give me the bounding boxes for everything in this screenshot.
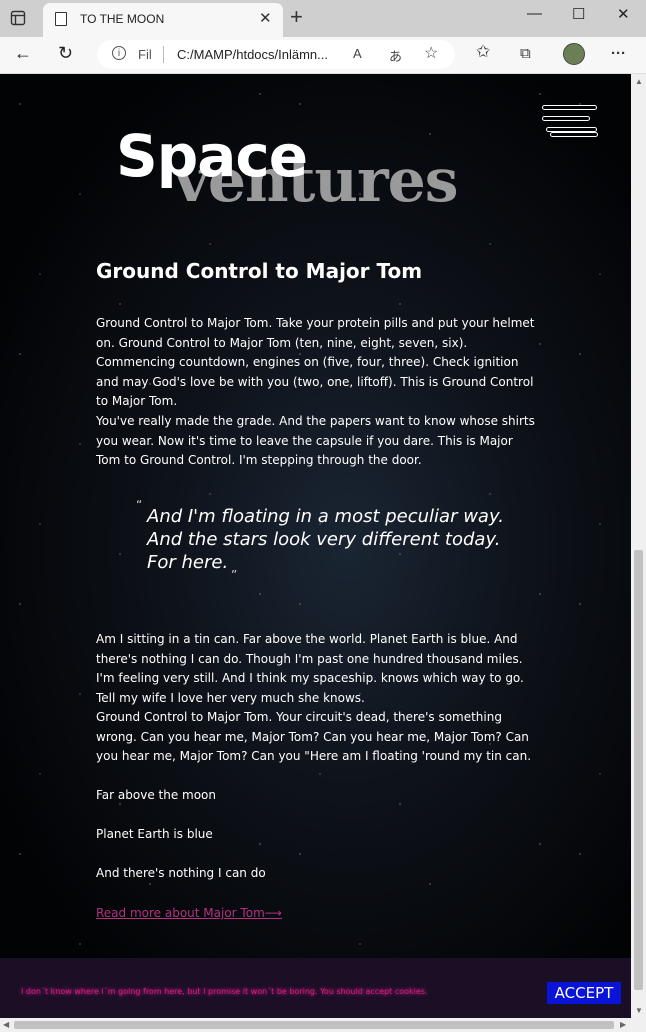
scrollbar-corner	[631, 1018, 646, 1032]
minimize-button[interactable]: —	[527, 5, 542, 22]
accept-button[interactable]: ACCEPT	[547, 982, 621, 1004]
quote-line: And the stars look very different today.	[147, 529, 501, 550]
scroll-left-icon[interactable]: ◀	[3, 1020, 9, 1029]
url-text[interactable]: C:/MAMP/htdocs/Inlämn...	[177, 47, 328, 62]
add-favorite-icon[interactable]: ☆	[424, 43, 438, 63]
horizontal-scrollbar[interactable]: ◀ ▶	[0, 1018, 631, 1032]
paragraph-1: Ground Control to Major Tom. Take your p…	[96, 316, 535, 409]
browser-tab[interactable]: TO THE MOON ✕	[43, 3, 283, 37]
scroll-right-icon[interactable]: ▶	[620, 1020, 626, 1029]
read-aloud-icon[interactable]: A	[353, 46, 362, 61]
cookie-banner: I don´t know where I´m going from here, …	[0, 958, 631, 1018]
read-more-link[interactable]: Read more about Major Tom⟶	[96, 906, 282, 920]
address-bar[interactable]: i Fil C:/MAMP/htdocs/Inlämn... A あ ☆	[97, 40, 455, 69]
collections-icon[interactable]: ⧉	[520, 45, 531, 62]
paragraph-2: You've really made the grade. And the pa…	[96, 414, 535, 468]
scroll-up-icon[interactable]: ▲	[635, 77, 643, 86]
menu-icon[interactable]: ···	[611, 45, 626, 62]
quote-line: And I'm floating in a most peculiar way.	[147, 506, 504, 527]
back-icon[interactable]: ←	[14, 43, 32, 64]
tab-title: TO THE MOON	[80, 12, 165, 26]
blockquote: And I'm floating in a most peculiar way.…	[147, 505, 504, 574]
quote-open-mark: “	[136, 498, 143, 512]
info-icon[interactable]: i	[112, 46, 126, 60]
paragraph-3: Am I sitting in a tin can. Far above the…	[96, 632, 524, 705]
profile-avatar[interactable]	[563, 43, 585, 65]
reload-icon[interactable]: ↻	[58, 43, 73, 64]
scheme-label: Fil	[138, 47, 152, 62]
quote-close-mark: ”	[231, 568, 238, 582]
translate-icon[interactable]: あ	[389, 46, 402, 65]
horizontal-scrollbar-thumb[interactable]	[14, 1021, 614, 1029]
hamburger-menu-icon[interactable]	[542, 105, 598, 141]
logo-space[interactable]: Space	[116, 122, 308, 190]
new-tab-button[interactable]: +	[290, 4, 303, 30]
browser-toolbar: ← ↻ i Fil C:/MAMP/htdocs/Inlämn... A あ ☆…	[0, 37, 646, 74]
scrollbar-thumb[interactable]	[634, 550, 643, 990]
page-title: Ground Control to Major Tom	[96, 259, 423, 283]
close-window-button[interactable]: ✕	[617, 5, 630, 23]
address-divider	[163, 46, 164, 63]
cookie-text: I don´t know where I´m going from here, …	[21, 987, 428, 996]
quote-line: For here.	[147, 552, 229, 573]
paragraph-4: Ground Control to Major Tom. Your circui…	[96, 710, 532, 764]
lyric-line: Far above the moon	[96, 788, 216, 802]
favorites-icon[interactable]: ✩	[476, 42, 490, 62]
maximize-button[interactable]: ☐	[572, 5, 585, 23]
page-icon	[55, 12, 67, 26]
vertical-scrollbar[interactable]: ▲ ▼	[631, 74, 646, 1018]
lyric-line: And there's nothing I can do	[96, 866, 266, 880]
tab-actions-icon[interactable]	[10, 10, 26, 26]
lyric-line: Planet Earth is blue	[96, 827, 213, 841]
tab-bar: TO THE MOON ✕ + — ☐ ✕	[0, 0, 646, 37]
tab-close-icon[interactable]: ✕	[259, 9, 272, 27]
scroll-down-icon[interactable]: ▼	[635, 1006, 643, 1015]
page-content: ventures Space Ground Control to Major T…	[0, 74, 631, 1018]
